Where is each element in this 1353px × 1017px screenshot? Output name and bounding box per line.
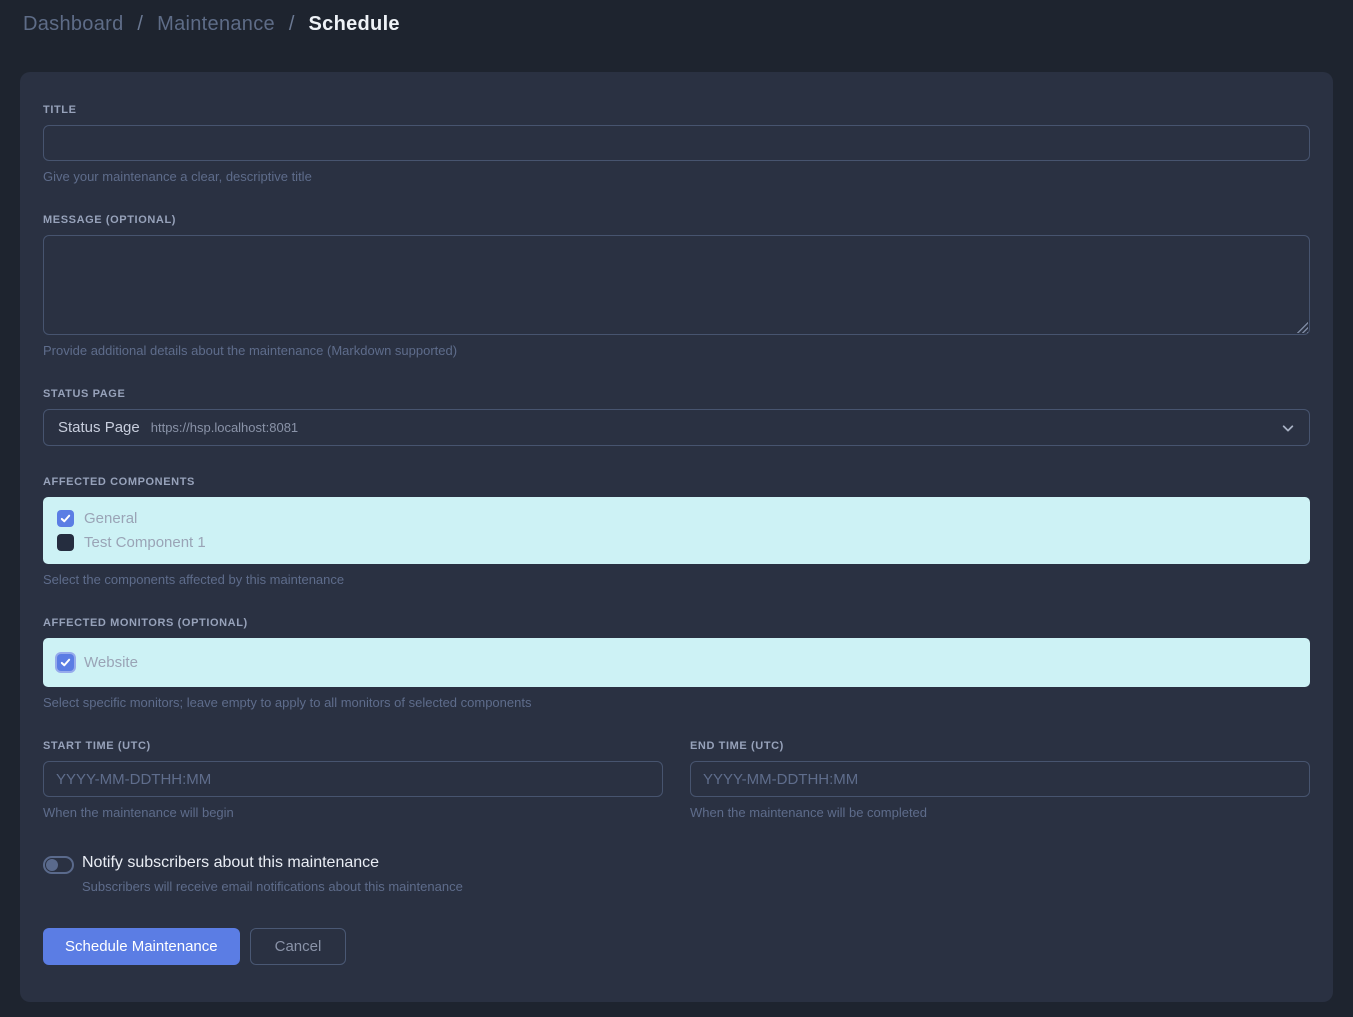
checkbox-general[interactable] [57,510,74,527]
notify-toggle-label: Notify subscribers about this maintenanc… [82,854,463,872]
component-option-label[interactable]: General [84,510,137,527]
end-time-helper: When the maintenance will be completed [690,805,1310,820]
toggle-knob [46,859,58,871]
start-time-field-group: START TIME (UTC) When the maintenance wi… [43,740,663,820]
title-input[interactable] [43,125,1310,161]
chevron-down-icon [1281,421,1295,435]
title-field-group: TITLE Give your maintenance a clear, des… [43,104,1310,184]
checkmark-icon [60,657,71,668]
message-helper: Provide additional details about the mai… [43,343,1310,358]
top-bar: Dashboard / Maintenance / Schedule [0,0,1353,48]
component-option-general[interactable]: General [57,510,1296,527]
start-time-helper: When the maintenance will begin [43,805,663,820]
monitor-option-website[interactable]: Website [57,654,1296,671]
status-page-field-group: STATUS PAGE Status Page https://hsp.loca… [43,388,1310,446]
affected-monitors-helper: Select specific monitors; leave empty to… [43,695,1310,710]
title-helper: Give your maintenance a clear, descripti… [43,169,1310,184]
affected-monitors-label: AFFECTED MONITORS (OPTIONAL) [43,617,1310,629]
breadcrumb-separator: / [137,13,143,35]
status-page-selected-url: https://hsp.localhost:8081 [151,420,298,435]
end-time-field-group: END TIME (UTC) When the maintenance will… [690,740,1310,820]
checkbox-test-component-1[interactable] [57,534,74,551]
notify-subscribers-toggle[interactable] [43,856,74,874]
schedule-maintenance-button[interactable]: Schedule Maintenance [43,928,240,965]
affected-components-panel: General Test Component 1 [43,497,1310,564]
start-time-input[interactable] [43,761,663,797]
affected-components-field-group: AFFECTED COMPONENTS General Test Compone… [43,476,1310,587]
affected-components-label: AFFECTED COMPONENTS [43,476,1310,488]
affected-monitors-panel: Website [43,638,1310,687]
breadcrumb: Dashboard / Maintenance / Schedule [23,13,400,36]
schedule-maintenance-card: TITLE Give your maintenance a clear, des… [20,72,1333,1002]
checkbox-website[interactable] [57,654,74,671]
status-page-label: STATUS PAGE [43,388,1310,400]
form-actions: Schedule Maintenance Cancel [43,928,1310,965]
start-time-label: START TIME (UTC) [43,740,663,752]
affected-monitors-field-group: AFFECTED MONITORS (OPTIONAL) Website Sel… [43,617,1310,710]
breadcrumb-item-dashboard[interactable]: Dashboard [23,13,124,35]
notify-toggle-section: Notify subscribers about this maintenanc… [43,854,1310,894]
component-option-label[interactable]: Test Component 1 [84,534,206,551]
checkmark-icon [60,513,71,524]
breadcrumb-separator: / [289,13,295,35]
title-label: TITLE [43,104,1310,116]
message-field-group: MESSAGE (OPTIONAL) Provide additional de… [43,214,1310,358]
breadcrumb-item-maintenance[interactable]: Maintenance [157,13,275,35]
affected-components-helper: Select the components affected by this m… [43,572,1310,587]
cancel-button[interactable]: Cancel [250,928,347,965]
time-fields-row: START TIME (UTC) When the maintenance wi… [43,740,1310,820]
end-time-input[interactable] [690,761,1310,797]
breadcrumb-current-schedule: Schedule [309,13,400,35]
monitor-option-label[interactable]: Website [84,654,138,671]
component-option-test-component-1[interactable]: Test Component 1 [57,534,1296,551]
status-page-selected-name: Status Page [58,419,140,436]
message-textarea[interactable] [43,235,1310,335]
end-time-label: END TIME (UTC) [690,740,1310,752]
message-label: MESSAGE (OPTIONAL) [43,214,1310,226]
status-page-select[interactable]: Status Page https://hsp.localhost:8081 [43,409,1310,446]
notify-toggle-helper: Subscribers will receive email notificat… [82,879,463,894]
